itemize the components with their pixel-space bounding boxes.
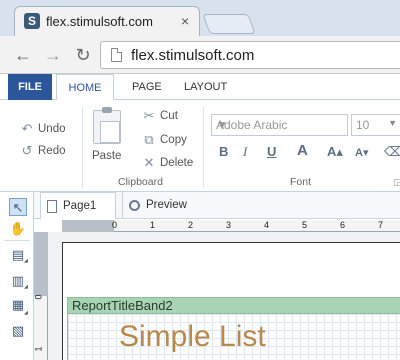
clipboard-group-label: Clipboard: [118, 176, 163, 188]
document-tabs: Page1 Preview: [34, 192, 400, 220]
ruler-label: 4: [264, 220, 270, 230]
divider: [82, 106, 83, 188]
ruler-margin: [62, 220, 114, 232]
copy-label: Copy: [160, 134, 187, 146]
font-size-select[interactable]: 10 ▼: [351, 114, 400, 136]
italic-button[interactable]: I: [243, 144, 247, 160]
tab-layout[interactable]: LAYOUT: [174, 74, 237, 100]
delete-button[interactable]: ✕ Delete: [142, 155, 194, 171]
ruler-label: 2: [188, 220, 194, 230]
ruler-label: 1: [150, 220, 156, 230]
report-title-band-header[interactable]: ReportTitleBand2: [67, 297, 400, 314]
grow-font-icon[interactable]: A▴: [327, 144, 343, 160]
font-group-label: Font: [290, 176, 312, 188]
font-name-select[interactable]: Adobe Arabic ▼: [211, 114, 348, 136]
ribbon-tabs: FILE HOME PAGE LAYOUT: [0, 74, 400, 101]
report-title-band[interactable]: Simple List: [67, 314, 400, 360]
ruler-margin: [34, 232, 48, 296]
copy-icon: ⧉: [144, 132, 154, 147]
chevron-down-icon: ▼: [216, 118, 228, 132]
tab-page1-label: Page1: [63, 199, 97, 212]
dropdown-triangle-icon: ◢: [24, 310, 28, 316]
ruler-label: 5: [302, 220, 308, 230]
tab-preview-label: Preview: [146, 199, 187, 211]
scissors-icon: ✂: [143, 108, 155, 123]
horizontal-ruler: 0 1 2 3 4 5 6 7: [62, 220, 400, 232]
tab-preview[interactable]: Preview: [122, 192, 187, 219]
cut-label: Cut: [160, 110, 178, 122]
copy-button[interactable]: ⧉ Copy: [142, 132, 187, 148]
paste-icon[interactable]: [93, 107, 121, 144]
ribbon-home-panel: ↶ Undo ↺ Redo Paste ✂ Cut ⧉ Copy ✕ Delet…: [0, 100, 400, 192]
url-text: flex.stimulsoft.com: [131, 47, 255, 64]
browser-tab-title: flex.stimulsoft.com: [46, 14, 153, 29]
delete-label: Delete: [160, 157, 194, 169]
hand-tool-icon[interactable]: ✋: [9, 220, 27, 238]
cut-button[interactable]: ✂ Cut: [142, 108, 178, 124]
redo-label: Redo: [38, 145, 66, 157]
ruler-label: 0: [112, 220, 118, 230]
tab-page1[interactable]: Page1: [40, 192, 116, 220]
ruler-label: 3: [226, 220, 232, 230]
dropdown-triangle-icon: ◢: [24, 258, 28, 264]
stimulsoft-favicon-icon: S: [24, 13, 40, 29]
paste-button-label[interactable]: Paste: [92, 150, 121, 162]
ruler-label: 1: [33, 346, 44, 352]
undo-button[interactable]: ↶ Undo: [20, 121, 66, 137]
browser-navbar: ← → ↻ flex.stimulsoft.com: [0, 36, 400, 74]
forward-arrow-icon[interactable]: →: [42, 44, 64, 66]
ruler-label: 6: [340, 220, 346, 230]
redo-icon: ↺: [21, 143, 33, 158]
shrink-font-icon[interactable]: A▾: [355, 146, 368, 159]
browser-tabstrip: S flex.stimulsoft.com ×: [0, 0, 400, 36]
font-color-button[interactable]: A: [297, 142, 308, 159]
redo-button[interactable]: ↺ Redo: [20, 143, 66, 159]
dropdown-triangle-icon: ◢: [24, 284, 28, 290]
eraser-icon[interactable]: ⌫: [384, 144, 400, 160]
report-title-text[interactable]: Simple List: [119, 320, 266, 354]
text-tool-icon[interactable]: ▧: [9, 322, 27, 340]
page-icon: [111, 48, 122, 62]
undo-label: Undo: [38, 123, 66, 135]
back-arrow-icon[interactable]: ←: [12, 44, 34, 66]
undo-icon: ↶: [21, 121, 33, 136]
ruler-label: 7: [378, 220, 384, 230]
vertical-ruler: 0 1: [34, 232, 48, 360]
dialog-launcher-icon[interactable]: ◲: [393, 177, 400, 188]
close-tab-icon[interactable]: ×: [181, 13, 189, 29]
document-icon: [47, 199, 57, 213]
browser-tab[interactable]: S flex.stimulsoft.com ×: [14, 6, 200, 36]
delete-icon: ✕: [143, 155, 155, 170]
magnifier-icon: [129, 200, 140, 211]
tab-file[interactable]: FILE: [8, 74, 52, 100]
font-size-value: 10: [356, 118, 370, 132]
ruler-label: 0: [33, 294, 44, 300]
pointer-tool-icon[interactable]: ↖: [9, 198, 27, 216]
underline-button[interactable]: U: [267, 144, 276, 159]
bold-button[interactable]: B: [219, 144, 228, 159]
address-bar[interactable]: flex.stimulsoft.com: [100, 41, 400, 69]
toolbox: ↖ ✋ ▤ ◢ ▥ ◢ ▦ ◢ ▧: [0, 192, 34, 360]
new-tab-button[interactable]: [202, 14, 256, 34]
tab-home[interactable]: HOME: [56, 74, 114, 101]
divider: [203, 106, 204, 188]
tab-page[interactable]: PAGE: [122, 74, 172, 100]
reload-icon[interactable]: ↻: [72, 44, 94, 66]
divider: [4, 240, 30, 241]
chevron-down-icon: ▼: [388, 118, 397, 128]
